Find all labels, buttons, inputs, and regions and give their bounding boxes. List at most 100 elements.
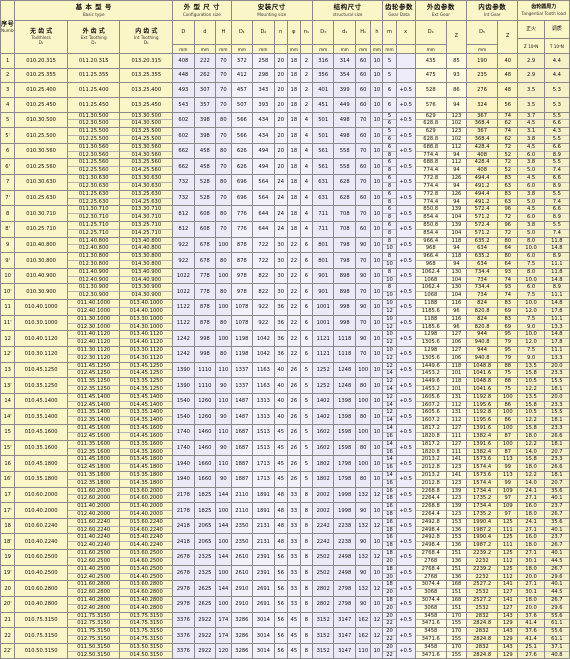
cell-D1: 978 — [230, 267, 254, 285]
cell-D5: 2527.2 2532 — [466, 595, 499, 613]
cell-int-model: 013.40.1120 014.40.1120 — [119, 330, 174, 347]
cell-Z-int-line: 143 — [498, 644, 517, 652]
cell-d1: 1118 — [333, 345, 356, 363]
cell-D: 1940 — [172, 470, 195, 488]
cell-int-model-line: 014.45.1400 — [129, 401, 163, 408]
cell-Z-ext-line: 104 — [451, 292, 462, 299]
cell-D4-line: 1449.6 — [416, 363, 446, 371]
cell-int-model-line: 013.30.1120 — [120, 347, 172, 355]
cell-m-line: 12 — [383, 363, 396, 371]
cell-ext-model-line: 012.60.2500 — [77, 557, 111, 564]
cell-ext-model: 011.40.1120 012.40.1120 — [66, 330, 121, 347]
cell-D1: 1887 — [230, 470, 254, 488]
cell-Z-int-line: 125 — [498, 519, 517, 527]
cell-H: 100 — [215, 564, 232, 582]
cell-toothless-model: 010.40.2500 — [14, 564, 68, 582]
extgear-header: 外齿参数 Ext Gear — [414, 0, 468, 21]
col-H: H — [215, 20, 232, 45]
cell-Z-ext-line: 94 — [453, 198, 460, 205]
cell-ext-model: 011.30.560 012.30.560 — [66, 142, 121, 160]
cell-n1: 5 — [299, 455, 313, 472]
cell-m-line: 8 — [383, 269, 396, 277]
cell-d1: 3147 — [333, 627, 356, 644]
cell-tan-a: 3.8 5.0 — [517, 158, 545, 176]
table-row: 17' 010.40.2000 011.40.2000 012.40.2000 013.… — [0, 502, 570, 519]
cell-Z-int-line: 143 — [498, 613, 517, 621]
cell-Z-ext: 139 104 — [445, 220, 468, 238]
cell-D1: 2910 — [230, 580, 254, 597]
cell-d1: 314 — [333, 53, 356, 69]
cell-D: 812 — [172, 220, 195, 238]
cell-D: 602 — [172, 127, 195, 144]
cell-n: 20 — [273, 142, 288, 160]
cell-x: +0.5 — [395, 330, 416, 347]
cell-h: 12 — [370, 611, 384, 629]
ext-toothing-header: 外 齿 式 Ext Toothing D₁ — [66, 20, 121, 54]
cell-int-model: 013.30.800 014.30.800 — [119, 252, 174, 269]
cell-Z-ext-line: 131 — [447, 410, 466, 418]
cell-d: 2625 — [193, 595, 217, 613]
cell-m-line: 16 — [383, 519, 396, 527]
cell-phi: 22 — [286, 267, 301, 285]
cell-D4: 850.8 854.4 — [414, 220, 447, 238]
cell-m: 12 14 — [382, 392, 397, 410]
cell-D3: 1121 — [311, 345, 335, 363]
cell-D5-line: 734 — [477, 292, 488, 299]
cell-D3: 2242 — [311, 517, 335, 535]
cell-D1: 878 — [230, 252, 254, 269]
table-row: 19' 010.40.2500 011.40.2500 012.40.2500 013.… — [0, 564, 570, 582]
cell-D2: 1313 — [252, 408, 275, 426]
cell-d: 678 — [193, 236, 217, 254]
cell-D3: 1001 — [311, 314, 335, 332]
cell-D2: 2391 — [252, 564, 275, 582]
cell-m: 16 18 — [382, 502, 397, 519]
cell-ext-model: 011.40.900 012.40.900 — [66, 267, 121, 285]
cell-int-model: 013.40.2500 014.40.2500 — [119, 564, 174, 582]
cell-int-model: 013.60.2800 014.60.2800 — [119, 580, 174, 597]
cell-m-line: 8 — [387, 151, 392, 158]
cell-tan-b: 55.6 61.1 — [543, 611, 570, 629]
cell-tan-a-line: 18.0 — [525, 464, 537, 471]
cell-Z-ext-line: 151 — [447, 566, 466, 574]
cell-D4: 772.8 774.4 — [414, 174, 447, 191]
cell-ext-model: 011.30.1000 012.30.1000 — [66, 314, 121, 332]
cell-d1: 708 — [333, 220, 356, 238]
cell-ext-model: 011.25.500 012.25.500 — [66, 127, 121, 144]
cell-x: +0.5 — [395, 345, 416, 363]
cell-D1: 1687 — [230, 424, 254, 441]
cell-h: 10 — [370, 439, 384, 457]
cell-D: 732 — [172, 189, 195, 207]
cell-D3: 1602 — [311, 424, 335, 441]
cell-D5-line: 1382.4 — [473, 432, 492, 439]
cell-m-line: 12 — [383, 394, 396, 402]
cell-H: 100 — [215, 330, 232, 347]
cell-H1: 60 — [354, 158, 372, 176]
cell-H: 80 — [215, 111, 232, 129]
cell-n1: 8 — [299, 486, 313, 504]
cell-m-line: 14 — [386, 386, 393, 392]
cell-D4-line: 628.8 — [423, 120, 439, 127]
cell-x: +0.5 — [395, 580, 416, 597]
cell-int-model-line: 014.40.2500 — [129, 573, 163, 580]
cell-tan-b: 35.6 40.1 — [543, 517, 570, 535]
cell-serial: 14' — [0, 408, 16, 426]
cell-ext-model: 011.45.1250 012.45.1250 — [66, 361, 121, 379]
cell-int-model-line: 013.40.2500 — [120, 566, 172, 574]
table-row: 7 010.30.630 011.30.630 012.30.630 013.30.63… — [0, 174, 570, 191]
cell-D5-line: 1048.8 — [467, 363, 497, 371]
cell-d1: 1598 — [333, 439, 356, 457]
cell-D2: 298 — [252, 67, 275, 84]
col-n1: n₁ — [299, 20, 313, 45]
cell-D5: 190 — [466, 53, 499, 69]
cell-Z-int-line: 111 — [502, 542, 513, 549]
cell-phi: 26 — [286, 377, 301, 394]
cell-D: 1390 — [172, 377, 195, 394]
cell-tan-b: 23.3 26.6 — [543, 424, 570, 441]
cell-Z-int: 95 79 — [497, 330, 519, 347]
cell-D4-line: 1605.6 — [416, 410, 446, 418]
cell-ext-model: 011.30.710 012.30.710 — [66, 205, 121, 222]
cell-int-model-line: 014.50.3150 — [129, 651, 163, 658]
cell-tan-b: 4.4 — [543, 53, 570, 69]
cell-ext-model-line: 011.25.500 — [68, 129, 119, 136]
cell-ext-model-line: 012.30.710 — [78, 214, 109, 221]
